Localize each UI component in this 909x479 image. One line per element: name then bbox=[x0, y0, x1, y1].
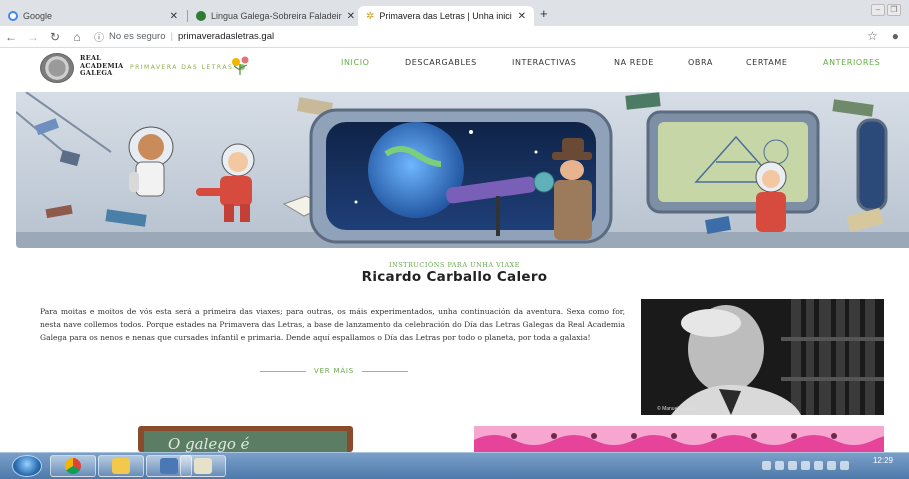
hero-illustration bbox=[16, 92, 909, 248]
start-button-icon[interactable] bbox=[12, 455, 42, 477]
reload-icon[interactable]: ↻ bbox=[44, 30, 66, 44]
minimize-icon[interactable]: – bbox=[871, 4, 885, 16]
browser-tab-strip: Google ✕ Lingua Galega-Sobreira Faladeir… bbox=[0, 0, 909, 26]
window-controls: – ❐ bbox=[871, 4, 901, 16]
url-divider: | bbox=[170, 31, 173, 42]
system-tray bbox=[762, 461, 849, 470]
presentation-icon bbox=[160, 458, 178, 474]
menu-item-certame[interactable]: CERTAME bbox=[746, 58, 788, 67]
home-icon[interactable]: ⌂ bbox=[66, 30, 88, 44]
maximize-icon[interactable]: ❐ bbox=[887, 4, 901, 16]
taskbar-chrome-button[interactable] bbox=[50, 455, 96, 477]
security-label: No es seguro bbox=[109, 31, 166, 42]
menu-item-na-rede[interactable]: NA REDE bbox=[614, 58, 654, 67]
forward-arrow-icon[interactable]: → bbox=[22, 30, 44, 44]
portrait-image bbox=[641, 299, 884, 415]
volume-icon[interactable] bbox=[840, 461, 849, 470]
close-tab-icon[interactable]: ✕ bbox=[347, 11, 355, 22]
photo-credit: © Manuel Ramos bbox=[657, 406, 696, 412]
circus-banner-image bbox=[474, 426, 884, 452]
tray-icon[interactable] bbox=[788, 461, 797, 470]
menu-item-obra[interactable]: OBRA bbox=[688, 58, 713, 67]
tab-title: Primavera das Letras | Unha inici bbox=[379, 11, 512, 21]
toolbar-right: ☆ ● bbox=[867, 29, 899, 43]
article-kicker: INSTRUCIÓNS PARA UNHA VIAXE bbox=[388, 261, 521, 269]
chalkboard-image: O galego é bbox=[138, 426, 353, 453]
profile-avatar-icon[interactable]: ● bbox=[892, 29, 899, 43]
clock[interactable]: 12:29 bbox=[873, 456, 893, 465]
article-body: Para moitas e moitos de vós esta será a … bbox=[40, 307, 625, 342]
tray-icon[interactable] bbox=[801, 461, 810, 470]
circus-scallop-image bbox=[474, 426, 884, 452]
tab-lingua-galega[interactable]: Lingua Galega-Sobreira Faladeir ✕ bbox=[188, 6, 356, 26]
read-more-link[interactable]: VER MÁIS bbox=[260, 366, 409, 376]
url-field[interactable]: ⓘ No es seguro | primaveradasletras.gal bbox=[94, 29, 274, 44]
new-tab-button[interactable]: + bbox=[540, 6, 548, 21]
menu-item-anteriores[interactable]: ANTERIORES bbox=[823, 58, 880, 67]
network-icon[interactable] bbox=[827, 461, 836, 470]
paint-icon bbox=[194, 458, 212, 474]
menu-item-descargables[interactable]: DESCARGABLES bbox=[405, 58, 477, 67]
site-favicon-icon bbox=[196, 11, 206, 21]
folder-icon bbox=[112, 458, 130, 474]
site-header: REAL ACADEMIA GALEGA PRIMAVERA DAS LETRA… bbox=[0, 48, 909, 88]
close-tab-icon[interactable]: ✕ bbox=[518, 11, 526, 22]
divider-line bbox=[260, 370, 306, 372]
read-more-label: VER MÁIS bbox=[313, 367, 355, 375]
menu-item-interactivas[interactable]: INTERACTIVAS bbox=[512, 58, 576, 67]
chalkboard-surface: O galego é bbox=[144, 431, 347, 453]
author-portrait-photo: © Manuel Ramos bbox=[641, 299, 884, 415]
divider-line bbox=[362, 370, 409, 372]
url-text: primaveradasletras.gal bbox=[177, 31, 275, 42]
tab-google[interactable]: Google ✕ bbox=[0, 6, 186, 26]
taskbar-paint-button[interactable] bbox=[180, 455, 226, 477]
tray-icon[interactable] bbox=[775, 461, 784, 470]
tray-icon[interactable] bbox=[762, 461, 771, 470]
close-tab-icon[interactable]: ✕ bbox=[170, 11, 178, 22]
bookmark-star-icon[interactable]: ☆ bbox=[867, 29, 878, 43]
tab-primavera-active[interactable]: ✲ Primavera das Letras | Unha inici ✕ bbox=[358, 6, 534, 26]
chrome-icon bbox=[65, 458, 81, 474]
tab-title: Lingua Galega-Sobreira Faladeir bbox=[211, 11, 342, 21]
info-icon[interactable]: ⓘ bbox=[94, 29, 104, 44]
spaceship-scene-image bbox=[16, 92, 909, 248]
flower-favicon-icon: ✲ bbox=[366, 10, 375, 22]
back-arrow-icon[interactable]: ← bbox=[0, 30, 22, 44]
tray-icon[interactable] bbox=[814, 461, 823, 470]
chalkboard-text: O galego é bbox=[168, 435, 250, 453]
google-favicon-icon bbox=[8, 11, 18, 21]
page-title: Ricardo Carballo Calero bbox=[361, 269, 548, 285]
windows-taskbar: 12:29 bbox=[0, 452, 909, 479]
tab-title: Google bbox=[23, 11, 53, 21]
taskbar-explorer-button[interactable] bbox=[98, 455, 144, 477]
main-menu: INICIO DESCARGABLES INTERACTIVAS NA REDE… bbox=[0, 58, 909, 72]
menu-item-inicio[interactable]: INICIO bbox=[341, 58, 370, 67]
address-bar: ← → ↻ ⌂ ⓘ No es seguro | primaveradaslet… bbox=[0, 26, 909, 48]
